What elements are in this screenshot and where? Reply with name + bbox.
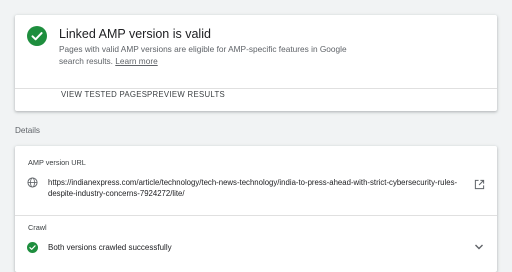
status-title: Linked AMP version is valid	[59, 27, 211, 41]
view-tested-pages-button[interactable]: VIEW TESTED PAGES	[61, 90, 147, 99]
status-description: Pages with valid AMP versions are eligib…	[59, 44, 359, 67]
status-card: Linked AMP version is valid Pages with v…	[15, 15, 497, 111]
preview-results-button[interactable]: PREVIEW RESULTS	[147, 90, 225, 99]
card-divider	[15, 88, 497, 89]
section-divider	[15, 215, 497, 216]
check-circle-icon	[27, 26, 47, 46]
learn-more-link[interactable]: Learn more	[115, 56, 157, 66]
check-circle-icon	[27, 242, 38, 253]
details-card: AMP version URL https://indianexpress.co…	[15, 146, 497, 272]
chevron-down-icon[interactable]	[474, 243, 484, 251]
open-in-new-icon[interactable]	[474, 179, 485, 190]
crawl-label: Crawl	[28, 223, 47, 232]
amp-url-value: https://indianexpress.com/article/techno…	[48, 178, 458, 198]
globe-icon	[27, 177, 38, 188]
status-description-text: Pages with valid AMP versions are eligib…	[59, 44, 347, 66]
amp-url-label: AMP version URL	[28, 158, 86, 167]
details-heading: Details	[15, 126, 41, 135]
crawl-status: Both versions crawled successfully	[48, 243, 172, 252]
